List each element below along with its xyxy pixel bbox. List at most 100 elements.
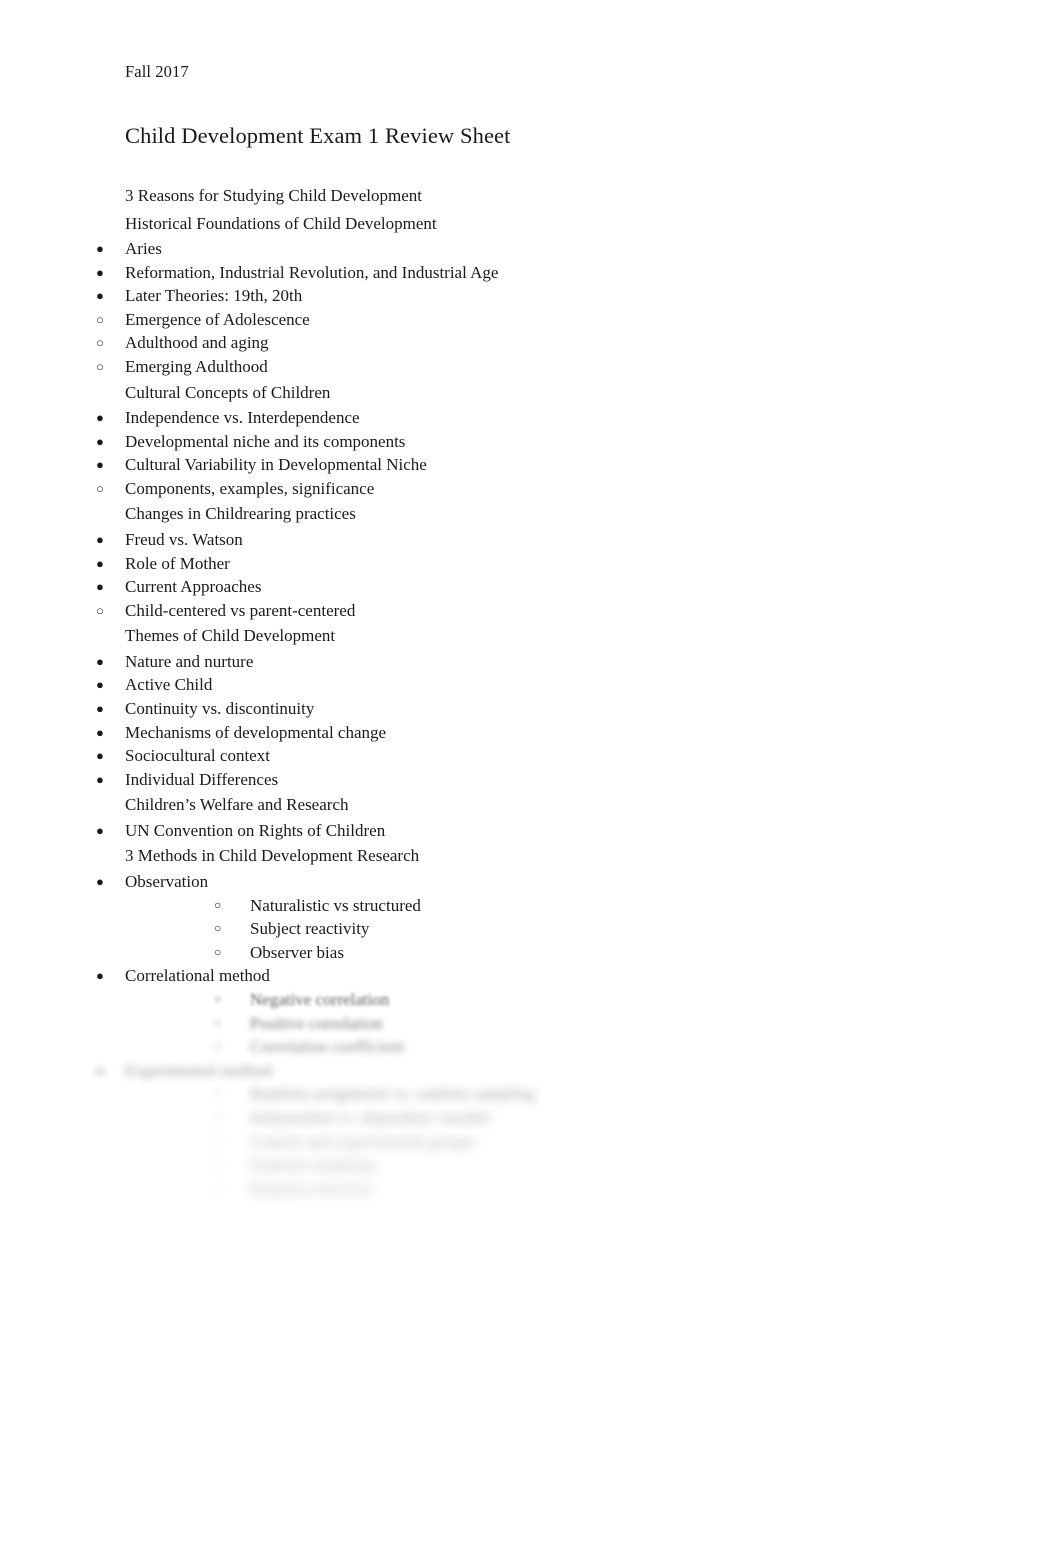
outline-list-item: Reformation, Industrial Revolution, and … xyxy=(0,261,1062,285)
outline-list-item: Correlation coefficient xyxy=(0,1035,1062,1059)
filled-bullet-icon xyxy=(96,453,110,477)
hollow-bullet-icon xyxy=(214,1153,228,1177)
outline-item-label: Developmental niche and its components xyxy=(125,431,406,451)
filled-bullet-icon xyxy=(96,552,110,576)
filled-bullet-icon xyxy=(96,673,110,697)
outline-item-label: Role of Mother xyxy=(125,553,230,573)
filled-bullet-icon xyxy=(96,1059,110,1083)
document-page: Fall 2017 Child Development Exam 1 Revie… xyxy=(0,0,1062,1561)
filled-bullet-icon xyxy=(96,697,110,721)
outline-item-label: Positive correlation xyxy=(250,1013,383,1033)
outline-item-label: Emerging Adulthood xyxy=(125,356,268,376)
outline-list-item: Freud vs. Watson xyxy=(0,528,1062,552)
outline-item-label: Random selection xyxy=(250,1178,373,1198)
hollow-bullet-icon xyxy=(96,477,110,501)
hollow-bullet-icon xyxy=(214,917,228,941)
outline-list-item: Random assignment vs. random sampling xyxy=(0,1082,1062,1106)
outline-item-label: Components, examples, significance xyxy=(125,478,375,498)
filled-bullet-icon xyxy=(96,744,110,768)
outline-item-label: Themes of Child Development xyxy=(125,626,336,646)
outline-section-heading: Themes of Child Development xyxy=(0,622,1062,650)
outline-item-label: Historical Foundations of Child Developm… xyxy=(125,213,437,233)
hollow-bullet-icon xyxy=(214,1177,228,1201)
hollow-bullet-icon xyxy=(214,1012,228,1036)
filled-bullet-icon xyxy=(96,819,110,843)
outline-list-item: Observation xyxy=(0,870,1062,894)
outline-section-heading: 3 Methods in Child Development Research xyxy=(0,842,1062,870)
outline-item-label: Observer bias xyxy=(250,942,344,962)
filled-bullet-icon xyxy=(96,768,110,792)
outline-item-label: UN Convention on Rights of Children xyxy=(125,820,386,840)
outline-item-label: Control and experimental groups xyxy=(250,1131,475,1151)
filled-bullet-icon xyxy=(96,406,110,430)
outline-list-item: Correlational method xyxy=(0,964,1062,988)
outline-section-heading: Historical Foundations of Child Developm… xyxy=(0,210,1062,238)
filled-bullet-icon xyxy=(96,237,110,261)
hollow-bullet-icon xyxy=(214,894,228,918)
outline-list-item: Control and experimental groups xyxy=(0,1130,1062,1154)
outline-list-item: Emergence of Adolescence xyxy=(0,308,1062,332)
outline-list: 3 Reasons for Studying Child Development… xyxy=(0,182,1062,1200)
outline-item-label: Children’s Welfare and Research xyxy=(125,795,349,815)
hollow-bullet-icon xyxy=(96,308,110,332)
outline-list-item: Individual Differences xyxy=(0,768,1062,792)
outline-item-label: Experimental method xyxy=(125,1060,272,1080)
outline-list-item: Random sampling xyxy=(0,1153,1062,1177)
filled-bullet-icon xyxy=(96,261,110,285)
filled-bullet-icon xyxy=(96,870,110,894)
outline-list-item: Components, examples, significance xyxy=(0,477,1062,501)
outline-list-item: Cultural Variability in Developmental Ni… xyxy=(0,453,1062,477)
outline-item-label: Current Approaches xyxy=(125,577,262,597)
outline-list-item: Experimental method xyxy=(0,1059,1062,1083)
hollow-bullet-icon xyxy=(96,331,110,355)
outline-list-item: Subject reactivity xyxy=(0,917,1062,941)
outline-item-label: Cultural Variability in Developmental Ni… xyxy=(125,455,427,475)
hollow-bullet-icon xyxy=(96,355,110,379)
page-title: Child Development Exam 1 Review Sheet xyxy=(125,123,511,148)
outline-list-item: UN Convention on Rights of Children xyxy=(0,819,1062,843)
outline-list-item: Active Child xyxy=(0,673,1062,697)
outline-item-label: Random assignment vs. random sampling xyxy=(250,1084,535,1104)
outline-list-item: Current Approaches xyxy=(0,575,1062,599)
outline-list-item: Developmental niche and its components xyxy=(0,430,1062,454)
outline-list-item: Continuity vs. discontinuity xyxy=(0,697,1062,721)
outline-item-label: Continuity vs. discontinuity xyxy=(125,699,315,718)
outline-item-label: Reformation, Industrial Revolution, and … xyxy=(125,262,499,282)
outline-item-label: Child-centered vs parent-centered xyxy=(125,600,356,620)
outline-list-item: Negative correlation xyxy=(0,988,1062,1012)
hollow-bullet-icon xyxy=(214,1130,228,1154)
filled-bullet-icon xyxy=(96,528,110,552)
outline-list-item: Naturalistic vs structured xyxy=(0,894,1062,918)
outline-item-label: Mechanisms of developmental change xyxy=(125,722,387,742)
outline-list-item: Nature and nurture xyxy=(0,650,1062,674)
outline-list-item: Sociocultural context xyxy=(0,744,1062,768)
outline-item-label: Random sampling xyxy=(250,1155,375,1175)
outline-section-heading: Changes in Childrearing practices xyxy=(0,500,1062,528)
outline-item-label: Emergence of Adolescence xyxy=(125,309,310,329)
outline-list-item: Child-centered vs parent-centered xyxy=(0,599,1062,623)
outline-item-label: Negative correlation xyxy=(250,989,390,1009)
outline-list-item: Mechanisms of developmental change xyxy=(0,721,1062,745)
outline-list-item: Emerging Adulthood xyxy=(0,355,1062,379)
outline-item-label: Active Child xyxy=(125,675,213,695)
outline-section-heading: Children’s Welfare and Research xyxy=(0,791,1062,819)
filled-bullet-icon xyxy=(96,964,110,988)
outline-item-label: Subject reactivity xyxy=(250,919,370,939)
outline-list-item: Independence vs. Interdependence xyxy=(0,406,1062,430)
outline-item-label: Correlational method xyxy=(125,966,270,986)
filled-bullet-icon xyxy=(96,721,110,745)
outline-item-label: Adulthood and aging xyxy=(125,333,269,353)
outline-item-label: Cultural Concepts of Children xyxy=(125,382,331,402)
outline-list-item: Random selection xyxy=(0,1177,1062,1201)
outline-section-heading: 3 Reasons for Studying Child Development xyxy=(0,182,1062,210)
hollow-bullet-icon xyxy=(214,988,228,1012)
outline-list-item: Role of Mother xyxy=(0,552,1062,576)
outline-item-label: Freud vs. Watson xyxy=(125,529,243,549)
outline-item-label: Correlation coefficient xyxy=(250,1037,405,1057)
outline-item-label: Changes in Childrearing practices xyxy=(125,504,356,524)
outline-list-item: Positive correlation xyxy=(0,1012,1062,1036)
outline-item-label: Independent vs. dependent variable xyxy=(250,1107,491,1127)
hollow-bullet-icon xyxy=(214,1035,228,1059)
outline-section-heading: Cultural Concepts of Children xyxy=(0,379,1062,407)
outline-item-label: 3 Methods in Child Development Research xyxy=(125,846,420,866)
